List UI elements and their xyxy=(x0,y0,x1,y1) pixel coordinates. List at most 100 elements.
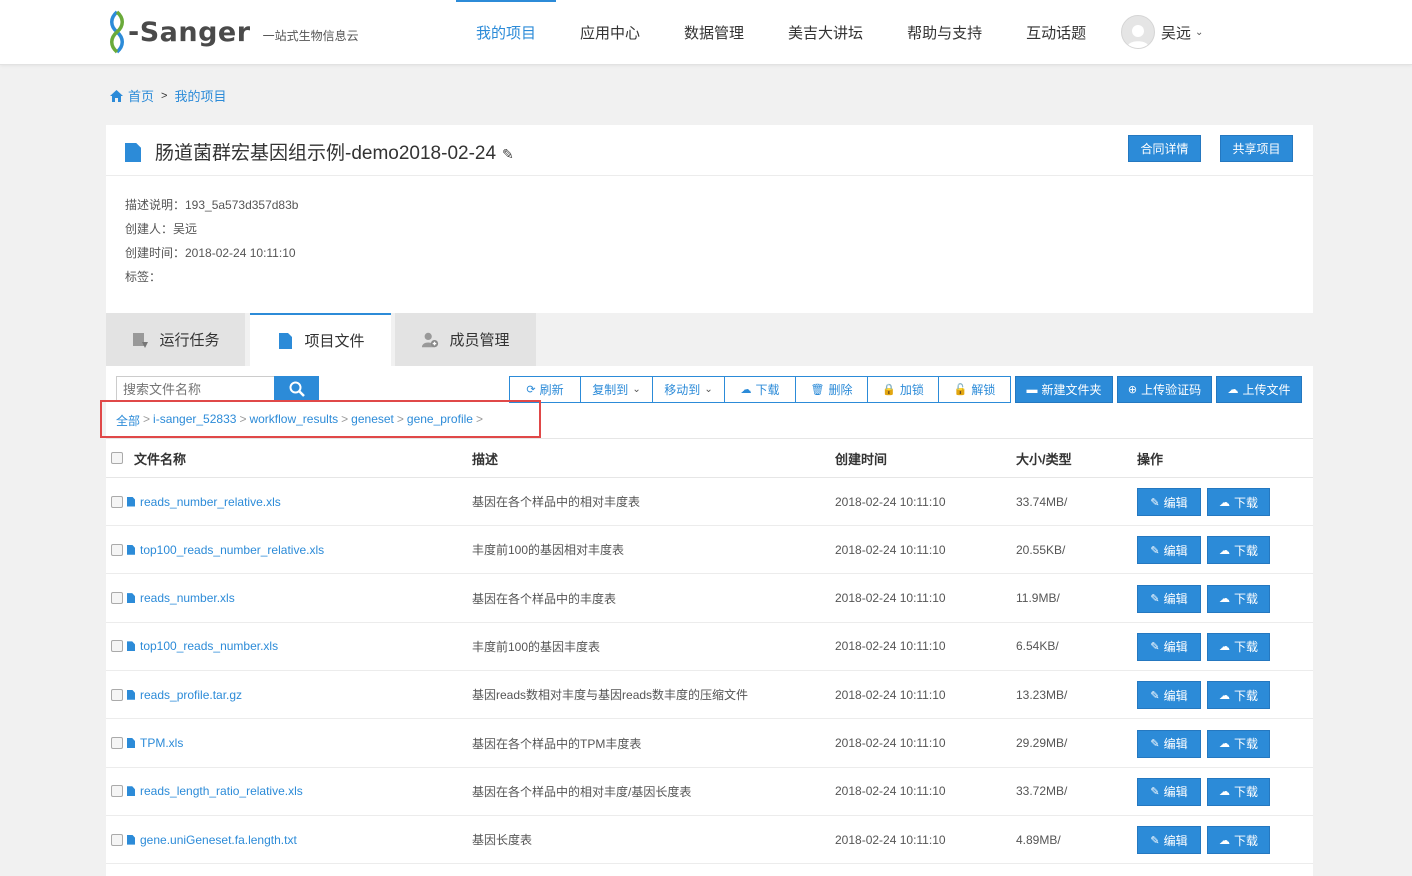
download-label: 下载 xyxy=(1233,688,1258,703)
tab-members[interactable]: 成员管理 xyxy=(395,313,536,366)
project-header: 肠道菌群宏基因组示例-demo2018-02-24 ✎ 合同详情 共享项目 xyxy=(106,125,1313,176)
file-name: reads_number_relative.xls xyxy=(140,494,281,509)
contract-details-button[interactable]: 合同详情 xyxy=(1128,135,1201,162)
file-name: reads_number.xls xyxy=(140,591,235,606)
project-tabs: 运行任务 项目文件 成员管理 xyxy=(106,313,1313,366)
nav-help-support[interactable]: 帮助与支持 xyxy=(887,0,1002,65)
edit-button[interactable]: ✎ 编辑 xyxy=(1137,584,1201,613)
breadcrumb-current[interactable]: 我的项目 xyxy=(174,86,226,105)
copy-to-dropdown[interactable]: 复制到 ⌄ xyxy=(581,377,653,402)
row-checkbox[interactable] xyxy=(111,478,123,525)
table-row: TPM.xls 基因在各个样品中的TPM丰度表 2018-02-24 10:11:1… xyxy=(106,720,1313,768)
nav-lecture[interactable]: 美吉大讲坛 xyxy=(768,0,883,65)
edit-button[interactable]: ✎ 编辑 xyxy=(1137,488,1201,516)
row-download-button[interactable]: ☁ 下载 xyxy=(1207,584,1270,613)
row-download-button[interactable]: ☁ 下载 xyxy=(1207,681,1270,710)
nav-my-projects[interactable]: 我的项目 xyxy=(456,0,557,65)
file-desc: 基因在各个样品中的相对丰度/基因长度表 xyxy=(472,784,692,799)
file-name-link[interactable]: gene.uniGeneset.fa.length.txt xyxy=(127,816,297,863)
checkbox-box xyxy=(111,592,123,605)
row-checkbox[interactable] xyxy=(111,768,123,815)
edit-button[interactable]: ✎ 编辑 xyxy=(1137,777,1201,806)
file-created: 2018-02-24 10:11:10 xyxy=(835,542,946,557)
edit-button[interactable]: ✎ 编辑 xyxy=(1137,729,1201,758)
row-checkbox[interactable] xyxy=(111,526,123,573)
folder-icon: ▬ xyxy=(1026,383,1038,396)
checkbox-box xyxy=(111,785,123,798)
unlock-button[interactable]: 🔓 解锁 xyxy=(939,377,1010,402)
edit-title-icon[interactable]: ✎ xyxy=(502,146,514,163)
cloud-download-icon: ☁ xyxy=(1218,641,1230,654)
file-name: reads_profile.tar.gz xyxy=(140,687,243,702)
edit-button[interactable]: ✎ 编辑 xyxy=(1137,632,1201,661)
nav-data-management[interactable]: 数据管理 xyxy=(664,0,764,65)
row-checkbox[interactable] xyxy=(111,575,123,622)
file-name-link[interactable]: reads_number.xls xyxy=(127,575,235,622)
members-icon xyxy=(422,332,439,347)
edit-button[interactable]: ✎ 编辑 xyxy=(1137,536,1201,565)
lock-button[interactable]: 🔒 加锁 xyxy=(868,377,939,402)
edit-button[interactable]: ✎ 编辑 xyxy=(1137,681,1201,710)
path-highlight-box xyxy=(100,400,541,438)
cloud-download-icon: ☁ xyxy=(1218,544,1230,557)
avatar xyxy=(1121,15,1155,49)
brand-tagline: 一站式生物信息云 xyxy=(262,28,359,43)
copy-to-label: 复制到 xyxy=(592,383,629,397)
file-search-input[interactable] xyxy=(116,376,275,402)
header-ops: 操作 xyxy=(1137,451,1164,467)
row-download-button[interactable]: ☁ 下载 xyxy=(1207,729,1270,758)
tab-project-files[interactable]: 项目文件 xyxy=(250,313,391,366)
logo-icon xyxy=(110,10,124,54)
file-name-link[interactable]: TPM.xls xyxy=(127,720,183,767)
main-nav: 我的项目 应用中心 数据管理 美吉大讲坛 帮助与支持 互动话题 xyxy=(456,0,1110,65)
file-name-link[interactable]: reads_number_relative.xls xyxy=(127,478,281,525)
nav-app-center[interactable]: 应用中心 xyxy=(560,0,660,65)
row-download-button[interactable]: ☁ 下载 xyxy=(1207,632,1270,661)
row-checkbox[interactable] xyxy=(111,720,123,767)
row-checkbox[interactable] xyxy=(111,671,123,718)
delete-button[interactable]: 🗑 删除 xyxy=(796,377,868,402)
file-created: 2018-02-24 10:11:10 xyxy=(835,494,946,509)
upload-file-button[interactable]: ☁ 上传文件 xyxy=(1216,376,1302,403)
user-menu[interactable]: 吴远 ⌄ xyxy=(1121,15,1203,49)
download-label: 下载 xyxy=(1233,833,1258,848)
row-checkbox[interactable] xyxy=(111,623,123,670)
tab-run-tasks[interactable]: 运行任务 xyxy=(106,313,245,366)
upload-code-button[interactable]: ⊕ 上传验证码 xyxy=(1117,376,1212,403)
file-size: 6.54KB/ xyxy=(1016,639,1059,654)
home-icon xyxy=(110,89,123,102)
file-size: 11.9MB/ xyxy=(1016,591,1060,606)
refresh-button[interactable]: ⟳ 刷新 xyxy=(510,377,581,402)
refresh-icon: ⟳ xyxy=(526,384,536,396)
nav-topics[interactable]: 互动话题 xyxy=(1006,0,1106,65)
breadcrumb-home[interactable]: 首页 xyxy=(128,86,154,105)
file-panel: ⟳刷新 复制到⌄ 移动到⌄ ☁下载 🗑删除 🔒加锁 🔓解锁 ▬新建文件夹 ⊕上传… xyxy=(100,366,1313,876)
file-desc: 基因在各个样品中的TPM丰度表 xyxy=(472,736,642,751)
file-name-link[interactable]: top100_reads_number_relative.xls xyxy=(127,526,324,573)
search-button[interactable] xyxy=(274,376,319,402)
download-button[interactable]: ☁ 下载 xyxy=(725,377,796,402)
move-to-dropdown[interactable]: 移动到 ⌄ xyxy=(653,377,725,402)
file-created: 2018-02-24 10:11:10 xyxy=(835,832,946,847)
edit-button[interactable]: ✎ 编辑 xyxy=(1137,826,1201,855)
file-name-link[interactable]: top100_reads_number.xls xyxy=(127,623,278,670)
share-project-button[interactable]: 共享项目 xyxy=(1220,135,1293,162)
lock-label: 加锁 xyxy=(899,383,924,397)
new-folder-button[interactable]: ▬ 新建文件夹 xyxy=(1015,376,1113,403)
row-download-button[interactable]: ☁ 下载 xyxy=(1207,536,1270,565)
file-name: top100_reads_number_relative.xls xyxy=(140,542,325,557)
header-size: 大小/类型 xyxy=(1016,451,1072,467)
file-name-link[interactable]: reads_profile.tar.gz xyxy=(127,671,242,718)
row-checkbox[interactable] xyxy=(111,816,123,863)
row-download-button[interactable]: ☁ 下载 xyxy=(1207,826,1270,855)
checkbox-box xyxy=(111,737,123,749)
row-download-button[interactable]: ☁ 下载 xyxy=(1207,777,1270,806)
file-name-link[interactable]: reads_length_ratio_relative.xls xyxy=(127,768,303,815)
project-created: 创建时间：2018-02-24 10:11:10 xyxy=(125,246,296,260)
download-label: 下载 xyxy=(755,383,780,397)
logo[interactable]: -Sanger 一站式生物信息云 xyxy=(106,8,359,56)
project-meta: 描述说明：193_5a573d357d83b 创建人：吴远 创建时间：2018-… xyxy=(106,176,1313,289)
select-all-checkbox[interactable] xyxy=(111,439,123,477)
row-download-button[interactable]: ☁ 下载 xyxy=(1207,488,1270,516)
file-toolbar: ⟳ 刷新 复制到 ⌄ 移动到 ⌄ ☁ 下载 🗑 删除 🔒 加锁 🔓 解锁 xyxy=(509,376,1011,403)
